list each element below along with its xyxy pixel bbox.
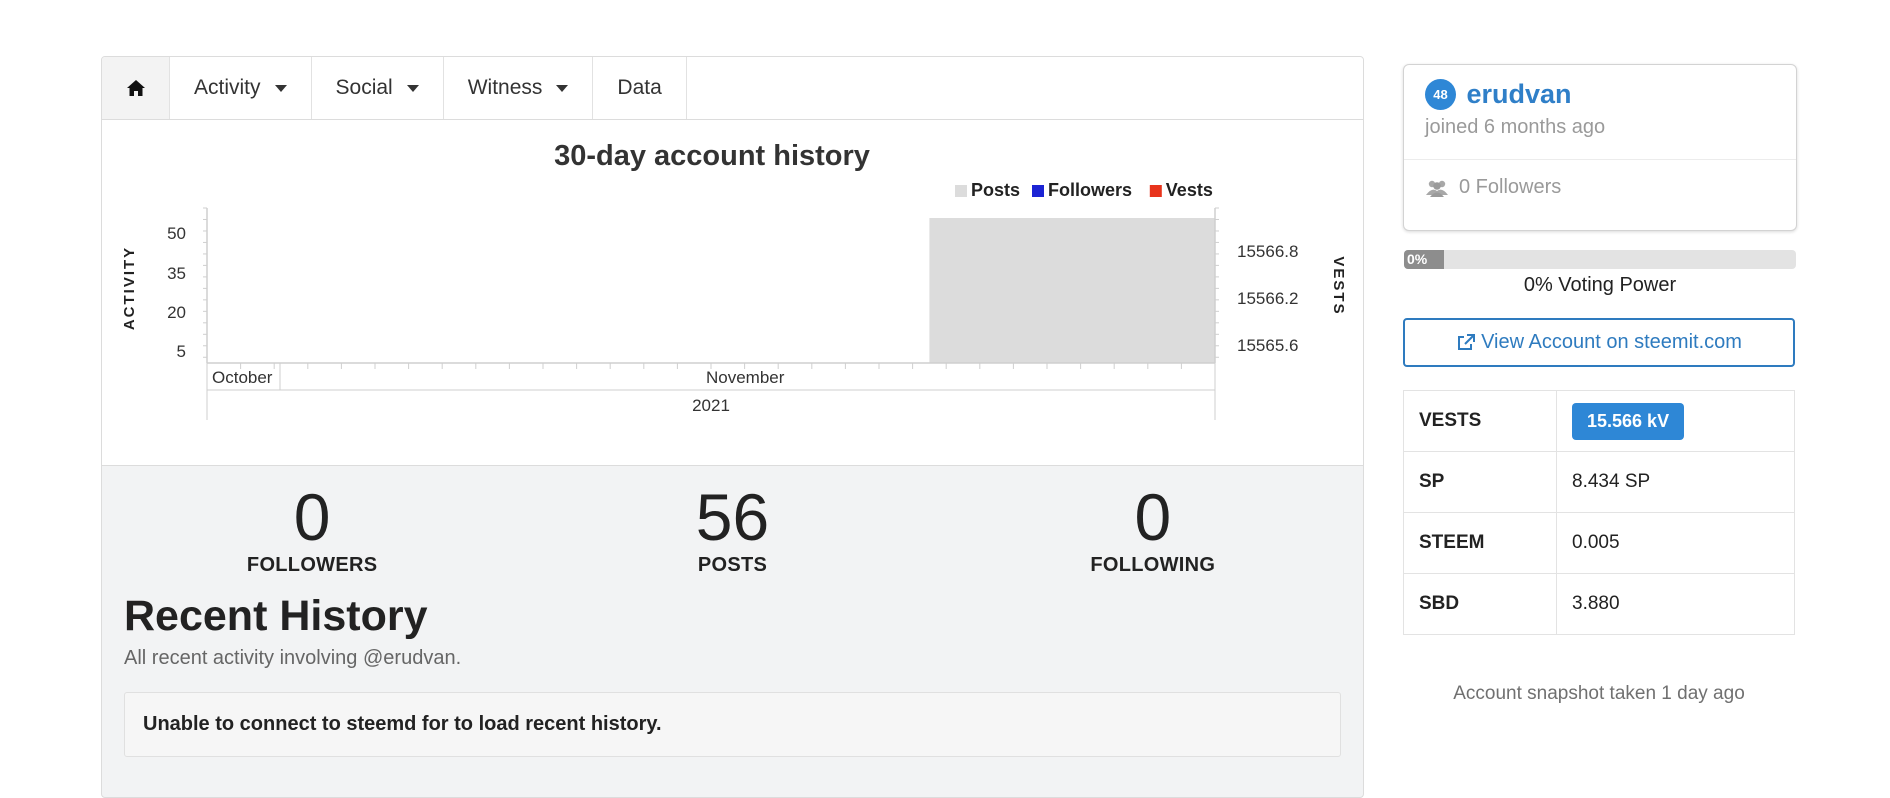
stat-following: 0 FOLLOWING <box>943 466 1363 591</box>
tab-data-label: Data <box>617 76 662 99</box>
tab-witness[interactable]: Witness <box>444 57 594 119</box>
recent-history-title: Recent History <box>124 592 428 640</box>
stat-posts-value: 56 <box>695 480 770 554</box>
tab-social-label: Social <box>335 76 393 99</box>
balance-value: 8.434 SP <box>1556 451 1795 513</box>
username-link[interactable]: erudvan <box>1466 79 1571 109</box>
x-year-label: 2021 <box>692 396 730 415</box>
chevron-down-icon <box>556 84 569 92</box>
chart-svg: 30-day account history Posts Followers Vest… <box>121 140 1347 420</box>
table-row: VESTS 15.566 kV <box>1403 390 1795 452</box>
stat-posts-label: POSTS <box>697 554 768 576</box>
reputation-badge: 48 <box>1425 79 1456 110</box>
x-tick-label: October <box>212 368 273 387</box>
tab-activity[interactable]: Activity <box>170 57 312 119</box>
nav-tabs: Activity Social Witness Data <box>102 57 1363 120</box>
balance-key: SBD <box>1403 573 1557 635</box>
balance-value: 0.005 <box>1556 512 1795 574</box>
y-tick-label: 50 <box>167 224 186 243</box>
balance-key: VESTS <box>1403 390 1557 452</box>
legend-swatch <box>955 185 967 197</box>
stats-row: 0 FOLLOWERS 56 POSTS 0 FOLLOWING <box>102 466 1363 591</box>
account-history-chart: 30-day account history Posts Followers Vest… <box>102 120 1363 466</box>
y-tick-label: 5 <box>177 342 186 361</box>
chevron-down-icon <box>406 84 419 92</box>
y2-tick-label: 15566.8 <box>1237 242 1298 261</box>
tab-data[interactable]: Data <box>593 57 687 119</box>
y2-axis-label: VESTS <box>1330 256 1347 315</box>
stat-following-label: FOLLOWING <box>1090 554 1216 576</box>
view-account-label: View Account on steemit.com <box>1481 331 1742 353</box>
recent-history: Recent History All recent activity invol… <box>102 591 1363 757</box>
legend-swatch <box>1032 185 1044 197</box>
stat-posts: 56 POSTS <box>522 466 942 591</box>
profile-card: 48 erudvan joined 6 months ago 0 Followe… <box>1403 64 1797 231</box>
legend-label: Vests <box>1166 180 1213 200</box>
y2-tick-label: 15565.6 <box>1237 336 1298 355</box>
balance-value: 15.566 kV <box>1556 390 1795 452</box>
joined-date: joined 6 months ago <box>1425 116 1606 138</box>
y2-tick-label: 15566.2 <box>1237 289 1298 308</box>
stat-followers: 0 FOLLOWERS <box>102 466 522 591</box>
balance-value: 3.880 <box>1556 573 1795 635</box>
view-account-button[interactable]: View Account on steemit.com <box>1403 318 1795 367</box>
stat-followers-label: FOLLOWERS <box>246 554 378 576</box>
vests-badge: 15.566 kV <box>1572 402 1685 440</box>
chevron-down-icon <box>274 84 287 92</box>
external-link-icon <box>1458 333 1476 350</box>
balances-table: VESTS 15.566 kV SP 8.434 SP STEEM 0.005 … <box>1403 390 1795 635</box>
main-panel: Activity Social Witness Data 30-day acco… <box>101 56 1364 798</box>
balance-key: SP <box>1403 451 1557 513</box>
tab-activity-label: Activity <box>194 76 261 99</box>
posts-bar <box>929 218 1215 363</box>
voting-power-text: 0% Voting Power <box>1523 274 1677 296</box>
tab-witness-label: Witness <box>467 76 543 99</box>
y-tick-label: 35 <box>167 264 186 283</box>
snapshot-note: Account snapshot taken 1 day ago <box>1453 683 1745 704</box>
history-error-alert: Unable to connect to steemd for to load … <box>124 692 1341 757</box>
stat-following-value: 0 <box>1134 480 1172 554</box>
chart-title: 30-day account history <box>554 140 870 172</box>
table-row: STEEM 0.005 <box>1403 512 1795 574</box>
home-icon <box>126 80 145 96</box>
voting-power-fill: 0% <box>1404 250 1444 269</box>
followers-count: 0 Followers <box>1459 176 1562 198</box>
y-axis-label: ACTIVITY <box>121 246 138 330</box>
legend-label: Followers <box>1048 180 1132 200</box>
tab-social[interactable]: Social <box>312 57 444 119</box>
tab-home[interactable] <box>102 57 170 119</box>
x-tick-label: November <box>706 368 785 387</box>
table-row: SP 8.434 SP <box>1403 451 1795 513</box>
followers-row[interactable]: 0 Followers <box>1404 160 1796 215</box>
recent-history-subtitle: All recent activity involving @erudvan. <box>124 647 462 669</box>
table-row: SBD 3.880 <box>1403 573 1795 635</box>
voting-power-bar: 0% <box>1404 250 1796 269</box>
y-tick-label: 20 <box>167 303 186 322</box>
balance-key: STEEM <box>1403 512 1557 574</box>
users-icon <box>1426 180 1448 197</box>
legend-label: Posts <box>971 180 1020 200</box>
profile-header: 48 erudvan joined 6 months ago <box>1404 65 1796 160</box>
legend-swatch <box>1149 185 1162 197</box>
stat-followers-value: 0 <box>293 480 331 554</box>
